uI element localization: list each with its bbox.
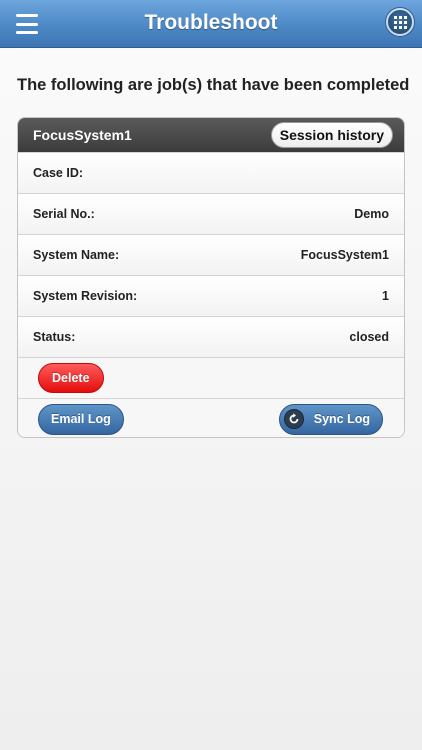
- apps-button[interactable]: [386, 8, 414, 36]
- job-card-header: FocusSystem1 Session history: [18, 118, 404, 152]
- field-value: Demo: [354, 207, 389, 221]
- field-label: System Name:: [33, 248, 120, 262]
- delete-row: Delete: [18, 357, 404, 398]
- status-value: closed: [349, 330, 389, 344]
- sync-log-label: Sync Log: [313, 412, 370, 426]
- job-card: FocusSystem1 Session history Case ID: Se…: [17, 117, 405, 438]
- refresh-icon: [283, 409, 304, 429]
- field-value: FocusSystem1: [300, 248, 389, 262]
- field-value: 1: [382, 289, 389, 303]
- field-label: Status:: [33, 330, 76, 344]
- session-history-button[interactable]: Session history: [270, 122, 393, 148]
- field-row-case-id: Case ID:: [18, 152, 404, 193]
- field-row-system-name: System Name: FocusSystem1: [18, 234, 404, 275]
- field-label: Serial No.:: [33, 207, 95, 221]
- job-title: FocusSystem1: [33, 127, 132, 143]
- email-log-label: Email Log: [51, 412, 111, 426]
- sync-log-button[interactable]: Sync Log: [278, 403, 383, 435]
- header-bar: Troubleshoot: [0, 0, 422, 48]
- field-row-system-revision: System Revision: 1: [18, 275, 404, 316]
- field-row-status: Status: closed: [18, 316, 404, 357]
- log-actions-row: Email Log Sync Log: [18, 398, 404, 437]
- field-row-serial-no: Serial No.: Demo: [18, 193, 404, 234]
- page-title: Troubleshoot: [144, 11, 278, 34]
- field-label: System Revision:: [33, 289, 138, 303]
- field-label: Case ID:: [33, 166, 84, 180]
- grid-apps-icon: [393, 15, 407, 29]
- intro-heading: The following are job(s) that have been …: [17, 76, 410, 94]
- delete-button[interactable]: Delete: [38, 363, 104, 393]
- email-log-button[interactable]: Email Log: [38, 403, 124, 435]
